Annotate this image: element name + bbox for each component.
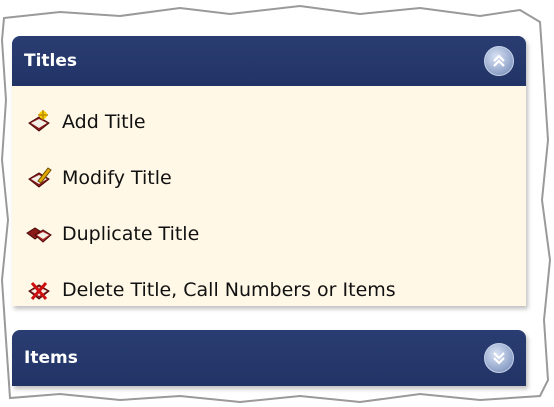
menu-item-add-title[interactable]: Add Title — [12, 94, 526, 150]
titles-panel-header[interactable]: Titles — [12, 36, 526, 86]
items-panel-header[interactable]: Items — [12, 330, 526, 386]
book-add-icon — [28, 110, 50, 132]
menu-item-label: Add Title — [62, 111, 146, 133]
items-panel-title: Items — [24, 348, 78, 368]
menu-item-duplicate-title[interactable]: Duplicate Title — [12, 206, 526, 262]
titles-menu: Add Title Modify Title Duplicate Title D… — [12, 86, 526, 318]
titles-panel-title: Titles — [24, 51, 78, 71]
book-delete-icon — [28, 282, 50, 300]
menu-item-delete-title[interactable]: Delete Title, Call Numbers or Items — [12, 262, 526, 318]
menu-item-label: Duplicate Title — [62, 223, 200, 245]
items-panel: Items — [12, 330, 526, 386]
menu-item-modify-title[interactable]: Modify Title — [12, 150, 526, 206]
book-duplicate-icon — [26, 227, 52, 243]
chevron-up-double-icon — [493, 54, 505, 67]
expand-button[interactable] — [484, 343, 514, 373]
titles-panel: Titles Add Title Modify Title Duplicate … — [12, 36, 526, 306]
menu-item-label: Delete Title, Call Numbers or Items — [62, 279, 396, 301]
book-edit-icon — [28, 167, 52, 188]
collapse-button[interactable] — [484, 46, 514, 76]
chevron-down-double-icon — [493, 352, 505, 365]
menu-item-label: Modify Title — [62, 167, 172, 189]
